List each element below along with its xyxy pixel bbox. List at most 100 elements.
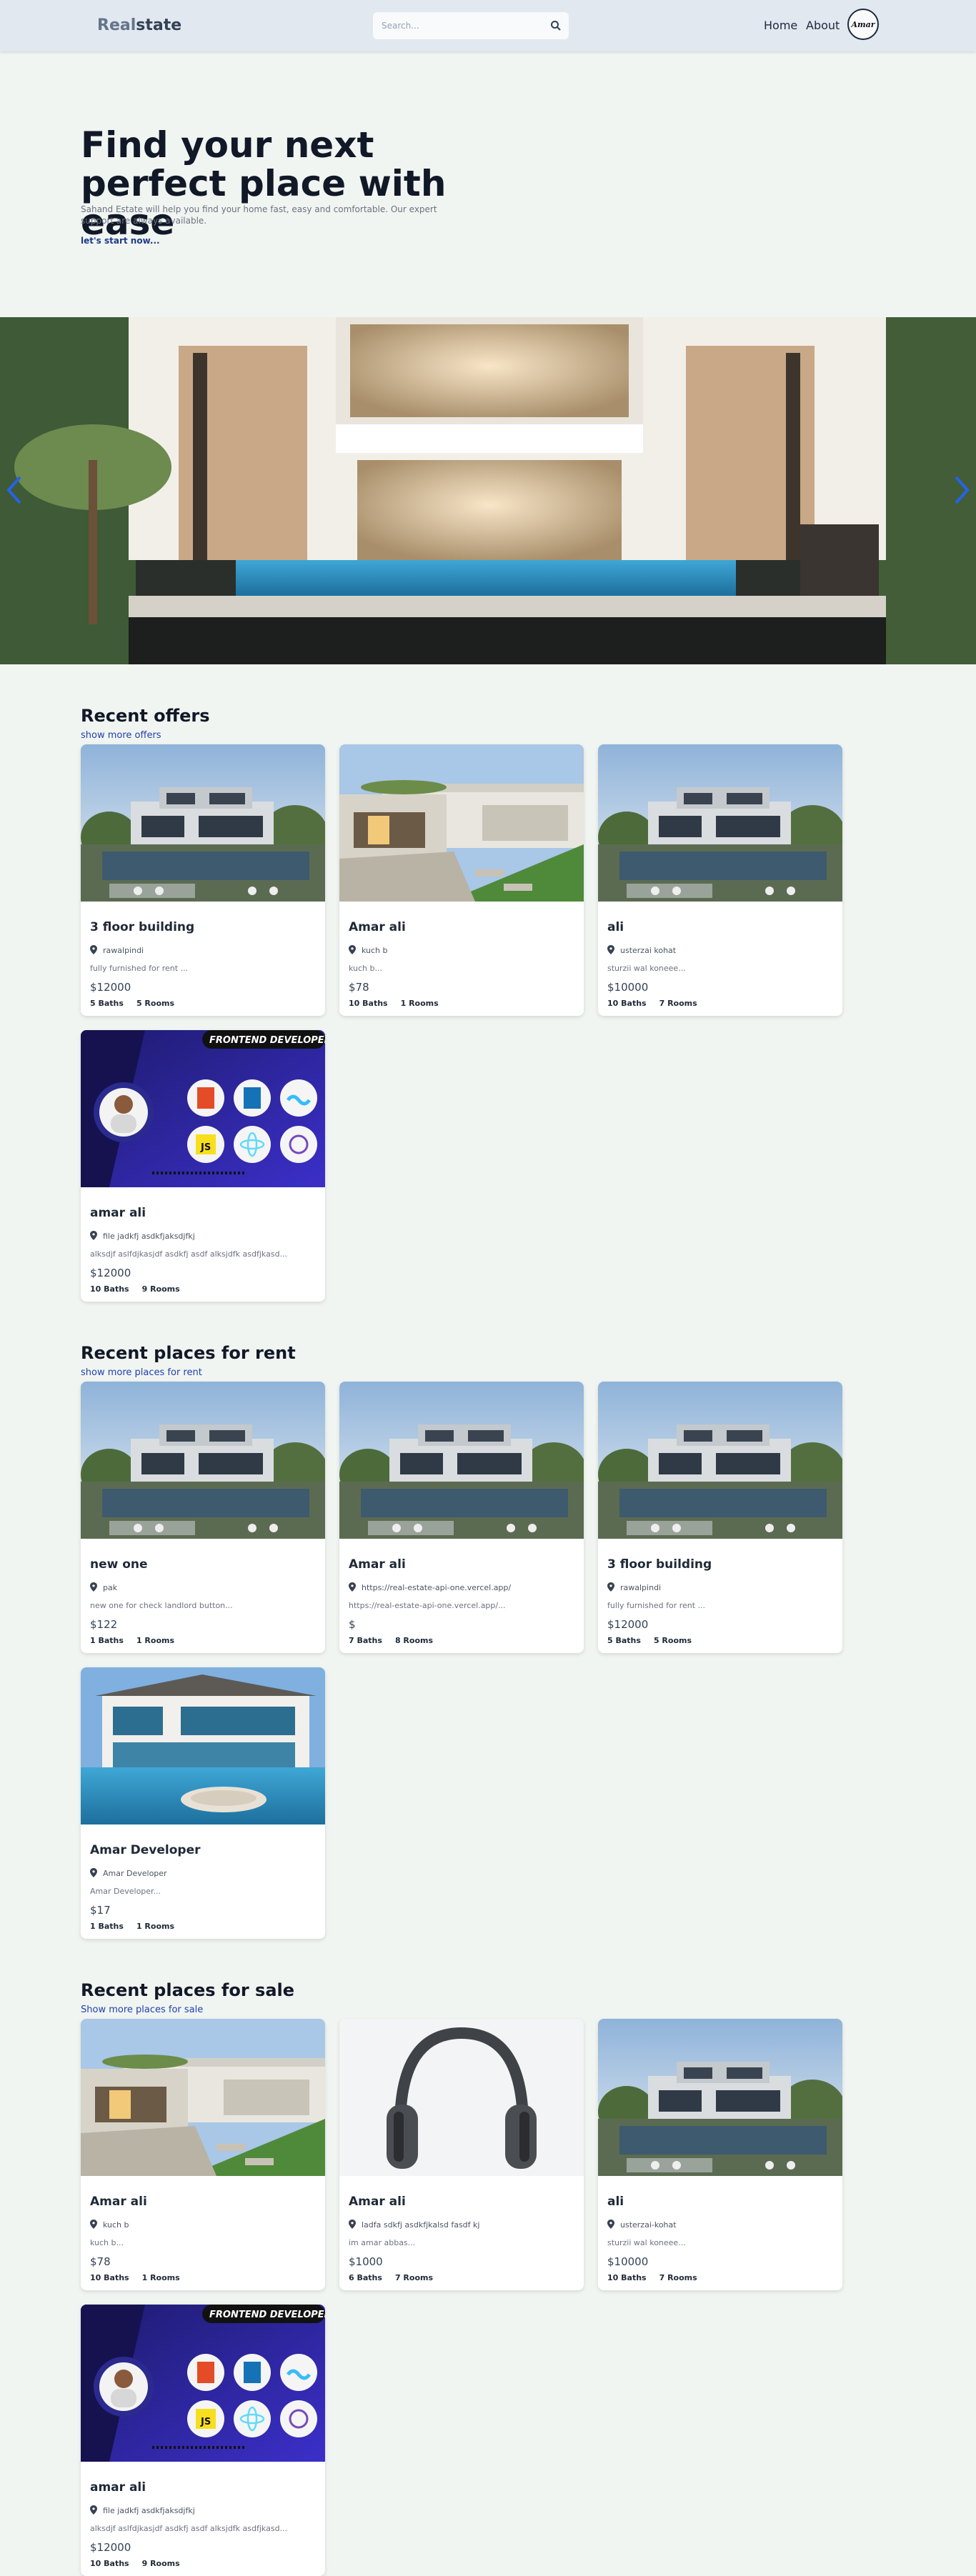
location-pin-icon (90, 2220, 97, 2229)
rent-title: Recent places for rent (81, 1343, 296, 1363)
listing-baths: 7 Baths (349, 1636, 382, 1645)
listing-title: 3 floor building (90, 920, 195, 934)
nav-home-link[interactable]: Home (764, 19, 797, 32)
listing-address: rawalpindi (90, 945, 144, 955)
listing-rooms: 8 Rooms (394, 1636, 434, 1645)
listing-features: 6 Baths 7 Rooms (349, 2273, 433, 2282)
hero-start-link[interactable]: let's start now... (81, 236, 160, 246)
listing-features: 10 Baths 9 Rooms (90, 2559, 180, 2568)
offers-title: Recent offers (81, 706, 210, 726)
listing-card[interactable]: Amar Developer Amar Developer Amar Develop… (81, 1667, 325, 1939)
listing-address: kuch b (349, 945, 388, 955)
listing-description: fully furnished for rent ... (90, 964, 189, 973)
listing-baths: 10 Baths (90, 2559, 129, 2568)
banner-text: FRONTEND DEVELOPER (209, 2310, 325, 2320)
listing-baths: 5 Baths (607, 1636, 641, 1645)
sale-title: Recent places for sale (81, 1980, 295, 2000)
listing-features: 5 Baths 5 Rooms (607, 1636, 692, 1645)
listing-rooms: 1 Rooms (136, 1636, 175, 1645)
listing-price: $78 (90, 2255, 111, 2268)
listing-price: $122 (90, 1618, 118, 1631)
site-header: Realstate Home About Amar (0, 0, 976, 51)
rent-show-more-link[interactable]: show more places for rent (81, 1367, 202, 1378)
listing-title: ali (607, 2195, 624, 2209)
listing-address-text: kuch b (103, 2220, 129, 2230)
listing-title: Amar ali (349, 2195, 406, 2209)
location-pin-icon (349, 945, 356, 954)
profile-avatar[interactable]: Amar (847, 9, 879, 40)
search-icon[interactable] (550, 20, 562, 31)
listing-price: $ (349, 1618, 356, 1631)
listing-image[interactable] (339, 2019, 584, 2176)
listing-card[interactable]: Amar ali kuch b kuch b... $78 10 Baths 1 Room… (81, 2019, 325, 2290)
avatar-text: Amar (850, 20, 875, 29)
listing-title: Amar ali (349, 1557, 406, 1572)
listing-description: https://real-estate-api-one.vercel.app/.… (349, 1601, 506, 1610)
listing-address-text: rawalpindi (103, 946, 144, 955)
listing-address-text: https://real-estate-api-one.vercel.app/ (362, 1583, 512, 1592)
listing-card[interactable]: ali usterzai-kohat sturzii wal koneee... $1… (598, 2019, 842, 2290)
listing-image[interactable]: FRONTEND DEVELOPER JS (81, 1030, 325, 1187)
listing-image[interactable] (81, 744, 325, 902)
listing-card[interactable]: FRONTEND DEVELOPER JS amar ali file jadkfj … (81, 2305, 325, 2576)
listing-features: 1 Baths 1 Rooms (90, 1636, 174, 1645)
listing-card[interactable]: Amar ali ladfa sdkfj asdkfjkalsd fasdf kj… (339, 2019, 584, 2290)
listing-card[interactable]: Amar ali https://real-estate-api-one.verc… (339, 1382, 584, 1653)
listing-card[interactable]: FRONTEND DEVELOPER JS amar ali file jadkfj … (81, 1030, 325, 1302)
listing-rooms: 7 Rooms (394, 2273, 434, 2282)
listing-image[interactable]: FRONTEND DEVELOPER JS (81, 2305, 325, 2462)
search-input[interactable] (373, 12, 544, 39)
listing-description: sturzii wal koneee... (607, 2238, 686, 2247)
js-logo-text: JS (200, 1142, 211, 1153)
listing-price: $12000 (90, 1267, 131, 1279)
sale-show-more-link[interactable]: Show more places for sale (81, 2005, 203, 2015)
listing-address: kuch b (90, 2220, 129, 2230)
listing-rooms: 5 Rooms (136, 999, 175, 1008)
listing-image[interactable] (81, 2019, 325, 2176)
offers-show-more-link[interactable]: show more offers (81, 730, 161, 741)
listing-price: $12000 (90, 981, 131, 994)
listing-card[interactable]: new one pak new one for check landlord but… (81, 1382, 325, 1653)
listing-card[interactable]: 3 floor building rawalpindi fully furnishe… (81, 744, 325, 1016)
listing-card[interactable]: ali usterzai kohat sturzii wal koneee... $1… (598, 744, 842, 1016)
listing-address-text: file jadkfj asdkfjaksdjfkj (103, 1232, 195, 1241)
slider-next-icon[interactable] (950, 474, 972, 506)
location-pin-icon (607, 1582, 614, 1592)
listing-price: $17 (90, 1904, 111, 1917)
listing-image[interactable] (598, 1382, 842, 1539)
listing-image[interactable] (81, 1667, 325, 1824)
listing-card[interactable]: 3 floor building rawalpindi fully furnishe… (598, 1382, 842, 1653)
listing-title: 3 floor building (607, 1557, 712, 1572)
listing-image[interactable] (81, 1382, 325, 1539)
listing-address: Amar Developer (90, 1868, 167, 1878)
listing-features: 10 Baths 7 Rooms (607, 2273, 697, 2282)
logo-part-1: Real (97, 16, 136, 34)
listing-description: im amar abbas... (349, 2238, 416, 2247)
listing-image[interactable] (339, 744, 584, 902)
listing-image[interactable] (598, 2019, 842, 2176)
listing-image[interactable] (339, 1382, 584, 1539)
listing-baths: 1 Baths (90, 1636, 124, 1645)
listing-price: $12000 (90, 2541, 131, 2554)
listing-rooms: 1 Rooms (141, 2273, 180, 2282)
nav-about-link[interactable]: About (806, 19, 840, 32)
location-pin-icon (349, 2220, 356, 2229)
listing-price: $10000 (607, 2255, 649, 2268)
listing-price: $78 (349, 981, 369, 994)
listing-title: Amar ali (349, 920, 406, 934)
listing-baths: 10 Baths (607, 999, 647, 1008)
listing-image[interactable] (598, 744, 842, 902)
listing-title: Amar Developer (90, 1843, 201, 1857)
location-pin-icon (607, 945, 614, 954)
listing-baths: 6 Baths (349, 2273, 382, 2282)
listing-baths: 10 Baths (90, 2273, 129, 2282)
location-pin-icon (90, 1582, 97, 1592)
slider-prev-icon[interactable] (4, 474, 26, 506)
listing-rooms: 1 Rooms (400, 999, 439, 1008)
listing-description: kuch b... (90, 2238, 124, 2247)
listing-rooms: 9 Rooms (141, 1284, 180, 1294)
listing-card[interactable]: Amar ali kuch b kuch b... $78 10 Baths 1 Room… (339, 744, 584, 1016)
listing-features: 10 Baths 1 Rooms (90, 2273, 180, 2282)
listing-address: https://real-estate-api-one.vercel.app/ (349, 1582, 511, 1592)
logo[interactable]: Realstate (97, 16, 181, 34)
